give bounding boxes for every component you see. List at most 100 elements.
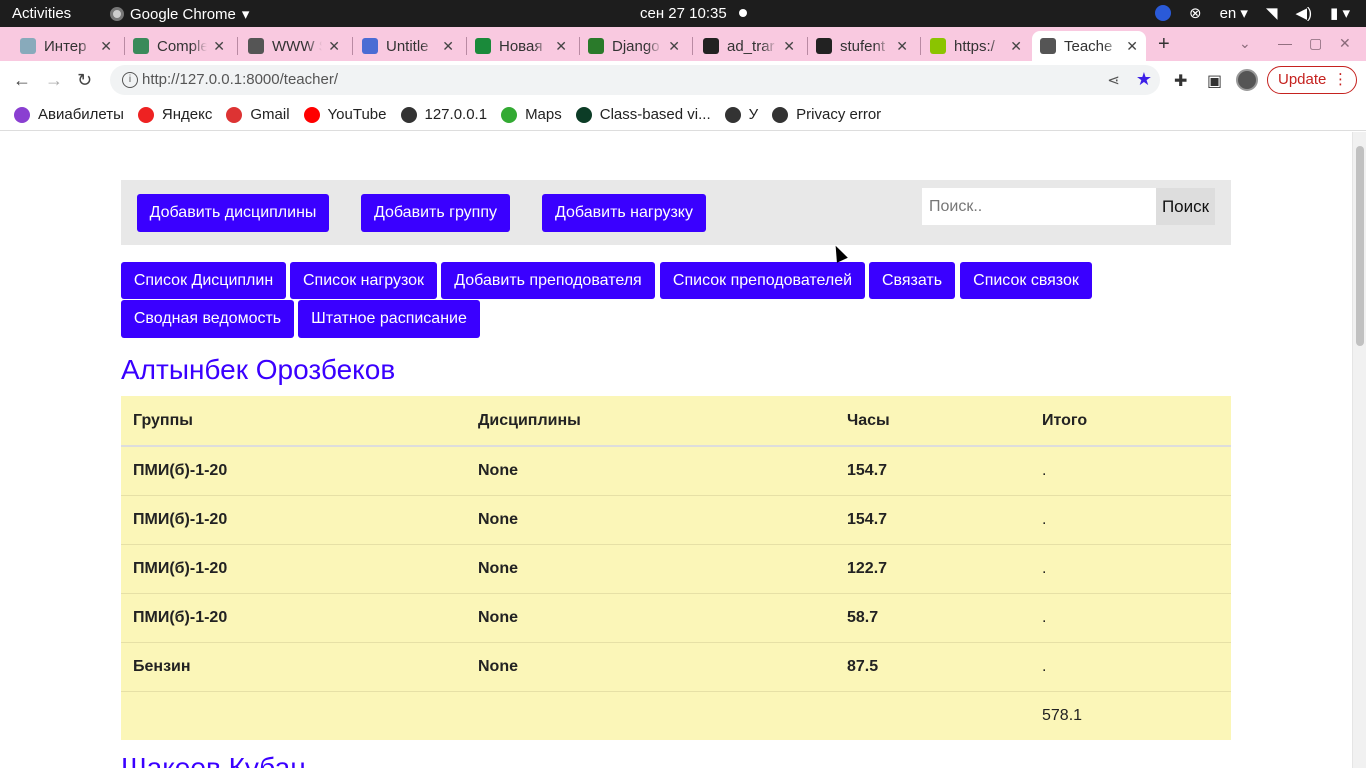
close-tab-icon[interactable]: ✕ bbox=[668, 38, 680, 55]
share-icon[interactable]: ⋖ bbox=[1107, 71, 1120, 89]
extensions-icon[interactable]: ✚ bbox=[1174, 71, 1187, 91]
disciplines-list-button[interactable]: Список Дисциплин bbox=[121, 262, 286, 299]
close-tab-icon[interactable]: ✕ bbox=[442, 38, 454, 55]
search-input[interactable] bbox=[922, 188, 1156, 225]
tab-title: https:/ bbox=[954, 37, 995, 55]
tab-favicon-icon bbox=[930, 38, 946, 54]
tab-strip: + ⌄ — ▢ ✕ Интер✕Comple✕WWW S✕Untitle✕Нов… bbox=[0, 27, 1366, 61]
cell-hours: 122.7 bbox=[835, 544, 1030, 594]
bookmark-star-icon[interactable]: ★ bbox=[1136, 69, 1152, 90]
add-load-button[interactable]: Добавить нагрузку bbox=[542, 194, 706, 232]
browser-tab[interactable]: ad_trar ✕ bbox=[695, 31, 803, 61]
bookmark-item[interactable]: Maps bbox=[501, 106, 562, 123]
cell-group: Бензин bbox=[121, 642, 466, 692]
new-tab-button[interactable]: + bbox=[1158, 33, 1170, 56]
maximize-button[interactable]: ▢ bbox=[1309, 35, 1322, 52]
close-tab-icon[interactable]: ✕ bbox=[1010, 38, 1022, 55]
url-text[interactable]: http://127.0.0.1:8000/teacher/ bbox=[142, 71, 338, 88]
browser-tab[interactable]: Comple ✕ bbox=[125, 31, 233, 61]
bookmark-item[interactable]: Class-based vi... bbox=[575, 106, 711, 123]
cell-discipline: None bbox=[466, 446, 835, 496]
bookmark-favicon-icon bbox=[14, 106, 30, 123]
staff-schedule-button[interactable]: Штатное расписание bbox=[298, 300, 480, 338]
cell-sum-total: 578.1 bbox=[1042, 706, 1083, 724]
profile-avatar[interactable] bbox=[1236, 69, 1258, 91]
bookmark-favicon-icon bbox=[226, 106, 243, 123]
menu-dots-icon[interactable]: ⋮ bbox=[1333, 67, 1348, 93]
language-selector[interactable]: en ▾ bbox=[1220, 4, 1248, 22]
browser-tab[interactable]: Новая ✕ bbox=[467, 31, 575, 61]
close-tab-icon[interactable]: ✕ bbox=[1126, 38, 1138, 55]
wifi-icon[interactable]: ◥ bbox=[1266, 4, 1278, 22]
link-button[interactable]: Связать bbox=[869, 262, 955, 299]
tab-title: Teache bbox=[1064, 37, 1113, 55]
accessibility-icon[interactable]: ⊗ bbox=[1189, 4, 1202, 22]
app-menu[interactable]: Google Chrome ▾ bbox=[110, 5, 249, 23]
tab-title: stufent bbox=[840, 37, 886, 55]
empty-cell bbox=[121, 691, 466, 740]
table-row: ПМИ(б)-1-20 None 122.7. bbox=[121, 544, 1231, 594]
browser-tab[interactable]: https:/ ✕ bbox=[922, 31, 1030, 61]
add-group-button[interactable]: Добавить группу bbox=[361, 194, 510, 232]
reload-button[interactable]: ↻ bbox=[77, 70, 92, 91]
next-teacher-name-heading[interactable]: Шакеев Кубан bbox=[121, 752, 306, 768]
cell-total: . bbox=[1030, 446, 1231, 496]
bookmark-item[interactable]: Gmail bbox=[226, 106, 290, 123]
loads-list-button[interactable]: Список нагрузок bbox=[290, 262, 437, 299]
links-list-button[interactable]: Список связок bbox=[960, 262, 1092, 299]
bookmark-label: Gmail bbox=[250, 106, 290, 123]
tab-title: Интер bbox=[44, 37, 87, 55]
notification-dot bbox=[739, 9, 747, 17]
scrollbar-thumb[interactable] bbox=[1356, 146, 1364, 346]
summary-button[interactable]: Сводная ведомость bbox=[121, 300, 294, 338]
tab-search-icon[interactable]: ⌄ bbox=[1239, 35, 1251, 52]
tab-separator bbox=[920, 37, 921, 55]
close-tab-icon[interactable]: ✕ bbox=[896, 38, 908, 55]
address-bar[interactable]: i http://127.0.0.1:8000/teacher/ ⋖ ★ bbox=[110, 65, 1160, 95]
bookmark-item[interactable]: Privacy error bbox=[772, 106, 881, 123]
record-icon[interactable] bbox=[1155, 5, 1171, 21]
site-info-icon[interactable]: i bbox=[122, 72, 138, 88]
bookmark-item[interactable]: Авиабилеты bbox=[14, 106, 124, 123]
forward-button[interactable]: → bbox=[45, 70, 63, 91]
activities-button[interactable]: Activities bbox=[12, 5, 71, 22]
teacher-name-heading[interactable]: Алтынбек Орозбеков bbox=[121, 354, 395, 386]
tab-favicon-icon bbox=[1040, 38, 1056, 54]
side-panel-icon[interactable]: ▣ bbox=[1207, 71, 1222, 91]
close-window-button[interactable]: ✕ bbox=[1339, 35, 1351, 52]
back-button[interactable]: ← bbox=[13, 70, 31, 91]
bookmark-item[interactable]: У bbox=[724, 106, 758, 123]
bookmark-item[interactable]: YouTube bbox=[303, 106, 387, 123]
browser-tab[interactable]: Интер ✕ bbox=[12, 31, 120, 61]
bookmark-label: Privacy error bbox=[796, 106, 882, 123]
cell-hours: 58.7 bbox=[835, 593, 1030, 643]
battery-icon[interactable]: ▮ ▾ bbox=[1330, 4, 1350, 22]
minimize-button[interactable]: — bbox=[1278, 35, 1292, 51]
browser-tab[interactable]: WWW S ✕ bbox=[240, 31, 348, 61]
close-tab-icon[interactable]: ✕ bbox=[328, 38, 340, 55]
close-tab-icon[interactable]: ✕ bbox=[213, 38, 225, 55]
add-disciplines-button[interactable]: Добавить дисциплины bbox=[137, 194, 329, 232]
cell-total: . bbox=[1030, 593, 1231, 643]
teachers-list-button[interactable]: Список преподователей bbox=[660, 262, 865, 299]
header-hours: Часы bbox=[835, 396, 1030, 447]
bookmark-item[interactable]: Яндекс bbox=[137, 106, 212, 123]
close-tab-icon[interactable]: ✕ bbox=[783, 38, 795, 55]
browser-tab[interactable]: Teache ✕ bbox=[1032, 31, 1146, 61]
system-tray[interactable]: ⊗ en ▾ ◥ ◀) ▮ ▾ bbox=[1155, 4, 1350, 22]
search-button[interactable]: Поиск bbox=[1156, 188, 1215, 225]
tab-title: Comple bbox=[157, 37, 208, 55]
close-tab-icon[interactable]: ✕ bbox=[555, 38, 567, 55]
close-tab-icon[interactable]: ✕ bbox=[100, 38, 112, 55]
clock[interactable]: сен 27 10:35 bbox=[640, 5, 727, 22]
cell-group: ПМИ(б)-1-20 bbox=[121, 446, 466, 496]
volume-icon[interactable]: ◀) bbox=[1296, 4, 1313, 22]
update-button[interactable]: Update ⋮ bbox=[1267, 66, 1357, 94]
bookmark-item[interactable]: 127.0.0.1 bbox=[400, 106, 487, 123]
browser-tab[interactable]: stufent ✕ bbox=[808, 31, 916, 61]
teacher-load-table: Группы Дисциплины Часы Итого ПМИ(б)-1-20… bbox=[121, 396, 1231, 740]
browser-tab[interactable]: Untitle ✕ bbox=[354, 31, 462, 61]
add-teacher-button[interactable]: Добавить преподователя bbox=[441, 262, 655, 299]
page-scrollbar[interactable] bbox=[1352, 132, 1366, 768]
browser-tab[interactable]: Django ✕ bbox=[580, 31, 688, 61]
